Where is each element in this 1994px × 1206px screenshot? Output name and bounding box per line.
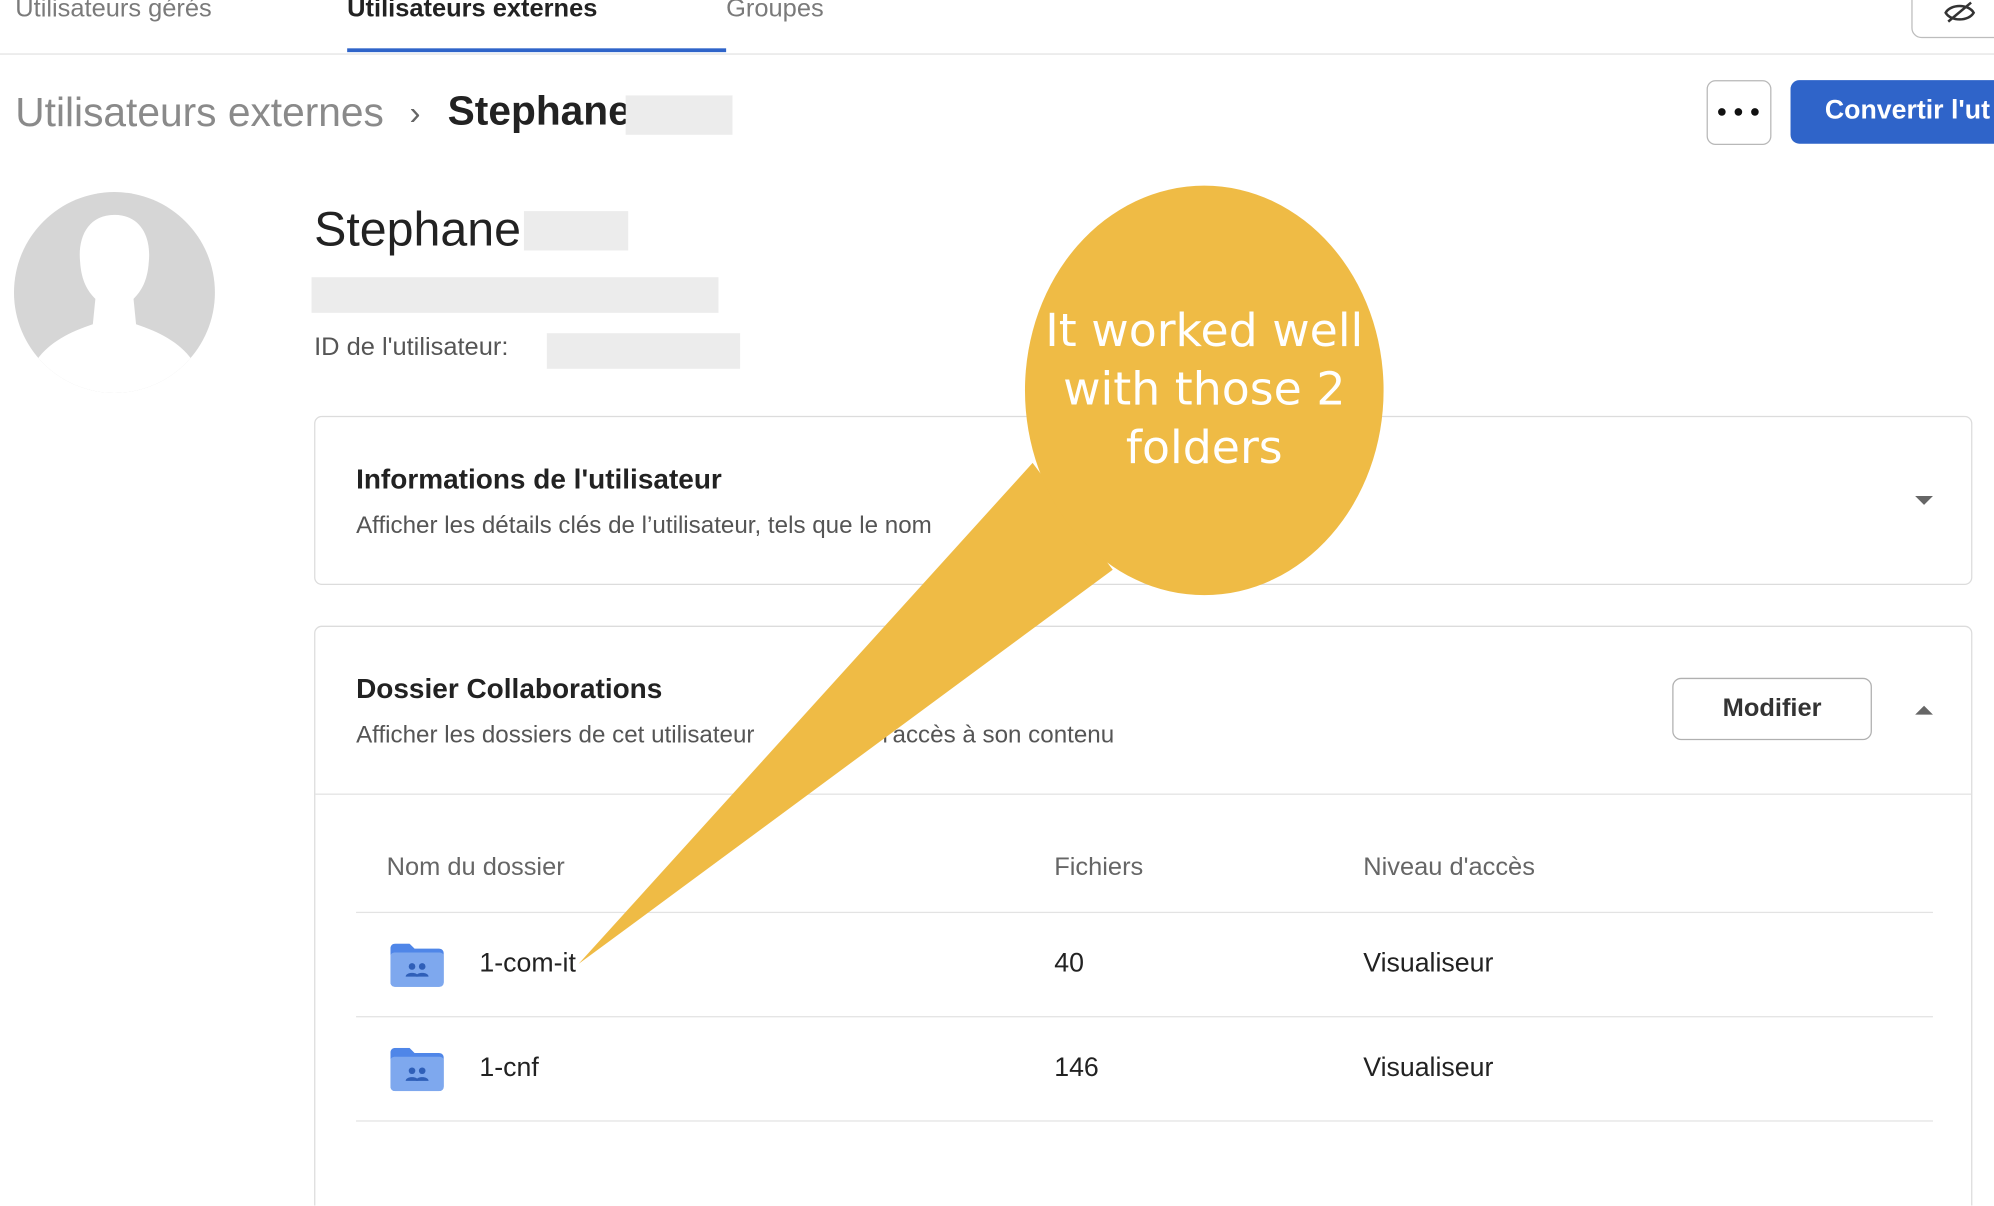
card-description: Afficher les dossiers de cet utilisateur [356, 722, 755, 750]
breadcrumb-root[interactable]: Utilisateurs externes [15, 89, 384, 136]
breadcrumb-chevron-icon: › [409, 94, 421, 133]
visibility-toggle-button[interactable] [1911, 0, 1994, 39]
column-header-files[interactable]: Fichiers [1054, 853, 1143, 882]
table-row[interactable]: 1-cnf 146 Visualiseur [356, 1017, 1933, 1119]
file-count: 146 [1054, 1052, 1099, 1083]
table-row[interactable]: 1-com-it 40 Visualiseur [356, 913, 1933, 1015]
ellipsis-dot [1734, 108, 1743, 116]
card-description-continued: l'accès à son contenu [882, 722, 1115, 750]
collapse-caret-icon[interactable] [1915, 705, 1933, 715]
annotation-text: It worked well with those 2 folders [1025, 303, 1384, 478]
user-id-label: ID de l'utilisateur: [314, 333, 509, 362]
access-level: Visualiseur [1363, 948, 1494, 978]
column-header-access-level[interactable]: Niveau d'accès [1363, 853, 1535, 882]
annotation-line: with those 2 [1063, 363, 1346, 416]
user-silhouette-icon [24, 214, 205, 393]
active-tab-indicator [347, 48, 727, 53]
redacted-block [523, 211, 629, 251]
modify-button[interactable]: Modifier [1672, 677, 1872, 741]
folder-name[interactable]: 1-com-it [479, 949, 575, 980]
annotation-line: folders [1125, 422, 1283, 475]
user-name: Stephane [314, 203, 522, 257]
ellipsis-icon [1718, 108, 1726, 116]
expand-caret-icon[interactable] [1915, 495, 1933, 505]
tab-managed-users[interactable]: Utilisateurs gérés [15, 0, 211, 24]
more-actions-button[interactable] [1706, 80, 1772, 145]
folder-name[interactable]: 1-cnf [479, 1053, 538, 1084]
convert-user-button[interactable]: Convertir l'ut [1790, 80, 1994, 144]
file-count: 40 [1054, 948, 1084, 978]
card-title: Dossier Collaborations [356, 672, 663, 705]
shared-folder-icon [390, 943, 444, 987]
divider [356, 1120, 1933, 1122]
tab-bar: Utilisateurs gérés Utilisateurs externes… [0, 0, 1994, 55]
eye-off-icon [1944, 1, 1976, 23]
avatar [13, 192, 215, 393]
tab-external-users[interactable]: Utilisateurs externes [347, 0, 597, 24]
tab-groups[interactable]: Groupes [726, 0, 824, 24]
redacted-block [311, 277, 719, 313]
folder-collaborations-card: Dossier Collaborations Afficher les doss… [314, 625, 1973, 1206]
breadcrumb-current: Stephane [447, 87, 631, 134]
card-title: Informations de l'utilisateur [356, 462, 722, 495]
redacted-block [625, 95, 733, 135]
divider [315, 793, 1972, 795]
access-level: Visualiseur [1363, 1052, 1494, 1083]
ellipsis-dot [1751, 108, 1759, 116]
card-description: Afficher les détails clés de l’utilisate… [356, 512, 932, 540]
column-header-folder-name[interactable]: Nom du dossier [387, 853, 565, 882]
app-frame: Utilisateurs gérés Utilisateurs externes… [0, 0, 1994, 1206]
annotation-line: It worked well [1045, 305, 1364, 358]
shared-folder-icon [390, 1047, 444, 1092]
redacted-block [546, 333, 741, 369]
